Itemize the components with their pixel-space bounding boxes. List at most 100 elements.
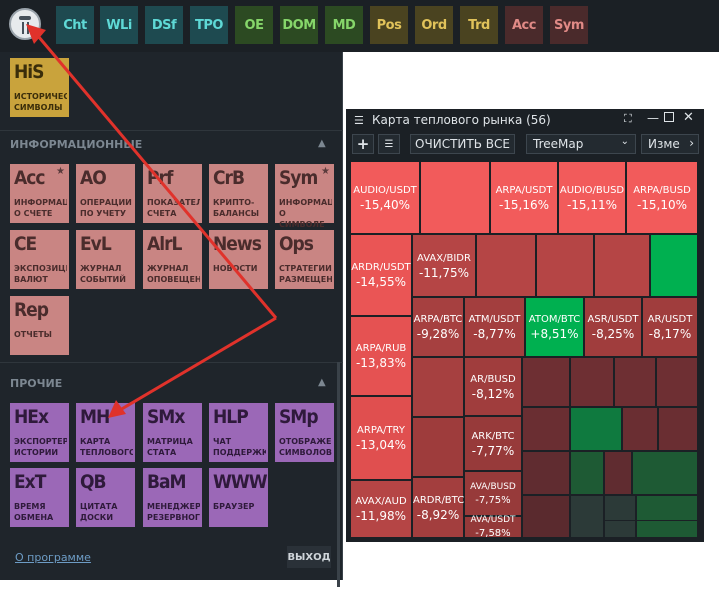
- menu-icon[interactable]: ☰: [354, 114, 364, 127]
- treemap-cell[interactable]: ARDR/BTC -8,92%: [412, 477, 464, 538]
- treemap-cell[interactable]: [570, 357, 614, 407]
- tile-hlp[interactable]: HLP ЧАТ ПОДДЕРЖКИ: [209, 403, 268, 462]
- treemap-cell[interactable]: ASR/USDT -8,25%: [584, 297, 642, 357]
- treemap-cell[interactable]: ATOM/BTC +8,51%: [525, 297, 584, 357]
- toolbar-button-trd[interactable]: Trd: [460, 6, 498, 44]
- toolbar-button-cht[interactable]: Cht: [56, 6, 94, 44]
- tile-ops[interactable]: Ops СТРАТЕГИИ РАЗМЕЩЕНИ: [275, 230, 334, 289]
- toolbar-button-sym[interactable]: Sym: [550, 6, 588, 44]
- tile-ao[interactable]: AO ОПЕРАЦИИ ПО УЧЕТУ: [76, 164, 135, 223]
- tile-ext[interactable]: ExT ВРЕМЯ ОБМЕНА: [10, 468, 69, 527]
- treemap-cell[interactable]: AUDIO/BUSD -15,11%: [558, 161, 626, 234]
- scrollbar[interactable]: [337, 362, 340, 587]
- treemap-cell[interactable]: [570, 407, 622, 451]
- tile-hex[interactable]: HEx ЭКСПОРТЕР ИСТОРИИ: [10, 403, 69, 462]
- tile-crb[interactable]: CrB КРИПТО- БАЛАНСЫ: [209, 164, 268, 223]
- treemap-cell[interactable]: [632, 451, 698, 495]
- toolbar-button-acc[interactable]: Acc: [505, 6, 543, 44]
- treemap-cell[interactable]: AVA/USDT -7,58%: [464, 515, 522, 539]
- treemap-cell[interactable]: ARK/BTC -7,77%: [464, 416, 522, 471]
- tile-rep[interactable]: Rep ОТЧЕТЫ: [10, 296, 69, 355]
- treemap-cell[interactable]: [636, 520, 698, 538]
- treemap-cell[interactable]: [522, 495, 570, 538]
- tile-mh[interactable]: MH КАРТА ТЕПЛОВОГО: [76, 403, 135, 462]
- toolbar-button-tpo[interactable]: TPO: [190, 6, 228, 44]
- exit-button[interactable]: ВЫХОД: [287, 546, 331, 568]
- treemap-cell[interactable]: ARPA/BTC -9,28%: [412, 297, 464, 357]
- tile-smx[interactable]: SMx МАТРИЦА СТАТА: [143, 403, 202, 462]
- close-icon[interactable]: ✕: [683, 110, 694, 125]
- tile-prf[interactable]: Prf ПОКАЗАТЕЛИ СЧЕТА: [143, 164, 202, 223]
- fullscreen-icon[interactable]: ⛶: [624, 112, 632, 126]
- tile-bam[interactable]: BaM МЕНЕДЖЕР РЕЗЕРВНОГО: [143, 468, 202, 527]
- star-icon[interactable]: ★: [321, 166, 330, 177]
- tile-sym[interactable]: Sym ИНФОРМАЦИ О СИМВОЛЕ ★: [275, 164, 334, 229]
- treemap-cell[interactable]: [622, 407, 658, 451]
- tile-his[interactable]: HiS ИСТОРИЧЕСК СИМВОЛЫ: [10, 58, 69, 117]
- treemap-cell[interactable]: [656, 357, 698, 407]
- tile-www[interactable]: WWW БРАУЗЕР: [209, 468, 268, 527]
- treemap-cell[interactable]: AVAX/BIDR -11,75%: [412, 234, 476, 297]
- treemap-cell[interactable]: [412, 417, 464, 477]
- treemap-cell[interactable]: [614, 357, 656, 407]
- treemap-cell[interactable]: AVAX/AUD -11,98%: [350, 480, 412, 538]
- treemap-cell[interactable]: AR/USDT -8,17%: [642, 297, 698, 357]
- tile-smp[interactable]: SMp ОТОБРАЖЕНИ СИМВОЛОВ: [275, 403, 334, 462]
- treemap-cell[interactable]: [604, 520, 636, 538]
- toolbar-button-wli[interactable]: WLi: [100, 6, 138, 44]
- treemap-cell[interactable]: [536, 234, 594, 297]
- treemap-cell[interactable]: ARPA/USDT -15,16%: [490, 161, 558, 234]
- treemap-cell[interactable]: [658, 407, 698, 451]
- treemap-cell[interactable]: [570, 495, 604, 538]
- treemap-cell[interactable]: AUDIO/USDT -15,40%: [350, 161, 420, 234]
- toolbar-button-ord[interactable]: Ord: [415, 6, 453, 44]
- treemap-cell[interactable]: [594, 234, 650, 297]
- tile-evl[interactable]: EvL ЖУРНАЛ СОБЫТИЙ: [76, 230, 135, 289]
- treemap-cell[interactable]: [412, 357, 464, 417]
- tile-desc: ОТЧЕТЫ: [14, 330, 52, 339]
- treemap-cell[interactable]: AR/BUSD -8,12%: [464, 357, 522, 416]
- add-button[interactable]: +: [352, 134, 374, 154]
- treemap-cell[interactable]: [522, 357, 570, 407]
- maximize-icon[interactable]: [664, 112, 674, 122]
- treemap-cell[interactable]: AVA/BUSD -7,75%: [464, 471, 522, 516]
- cell-change: -7,58%: [475, 528, 511, 539]
- toolbar-button-dsf[interactable]: DSf: [145, 6, 183, 44]
- measure-select[interactable]: Изме ›: [641, 134, 699, 154]
- treemap-cell[interactable]: [420, 161, 490, 234]
- treemap-cell[interactable]: [604, 451, 632, 495]
- treemap-cell[interactable]: [476, 234, 536, 297]
- toolbar-button-pos[interactable]: Pos: [370, 6, 408, 44]
- treemap-cell[interactable]: [522, 407, 570, 451]
- treemap-cell[interactable]: ARDR/USDT -14,55%: [350, 234, 412, 316]
- tile-desc: МАТРИЦА СТАТА: [147, 437, 193, 457]
- toolbar-button-dom[interactable]: DOM: [280, 6, 318, 44]
- chevron-up-icon[interactable]: ▲: [318, 377, 326, 388]
- treemap-cell[interactable]: ATM/USDT -8,77%: [464, 297, 525, 357]
- tile-abbr: CrB: [213, 167, 245, 189]
- tile-alrl[interactable]: AlrL ЖУРНАЛ ОПОВЕЩЕНИ: [143, 230, 202, 289]
- clear-all-button[interactable]: ОЧИСТИТЬ ВСЕ: [410, 134, 515, 154]
- star-icon[interactable]: ★: [56, 166, 65, 177]
- treemap-cell[interactable]: ARPA/RUB -13,83%: [350, 316, 412, 396]
- treemap-cell[interactable]: [522, 451, 570, 495]
- minimize-icon[interactable]: —: [647, 111, 659, 125]
- toolbar-button-oe[interactable]: OE: [235, 6, 273, 44]
- tile-acc[interactable]: Acc ИНФОРМАЦИ О СЧЕТЕ ★: [10, 164, 69, 223]
- toolbar-button-md[interactable]: MD: [325, 6, 363, 44]
- mode-select[interactable]: TreeMap ⌄: [526, 134, 636, 154]
- about-link[interactable]: О программе: [15, 551, 91, 564]
- chevron-up-icon[interactable]: ▲: [318, 138, 326, 149]
- list-icon[interactable]: ☰: [378, 134, 400, 154]
- tile-qb[interactable]: QB ЦИТАТА ДОСКИ: [76, 468, 135, 527]
- cell-symbol: AR/BUSD: [470, 373, 516, 385]
- tile-ce[interactable]: CE ЭКСПОЗИЦИ ВАЛЮТ: [10, 230, 69, 289]
- treemap-cell[interactable]: [650, 234, 698, 297]
- cell-symbol: ARPA/BUSD: [633, 184, 691, 196]
- logo-icon[interactable]: [9, 8, 41, 40]
- tile-news[interactable]: News НОВОСТИ: [209, 230, 268, 289]
- treemap-cell[interactable]: [570, 451, 604, 495]
- treemap-cell[interactable]: ARPA/BUSD -15,10%: [626, 161, 698, 234]
- tile-desc: ЧАТ ПОДДЕРЖКИ: [213, 437, 266, 457]
- treemap-cell[interactable]: ARPA/TRY -13,04%: [350, 396, 412, 480]
